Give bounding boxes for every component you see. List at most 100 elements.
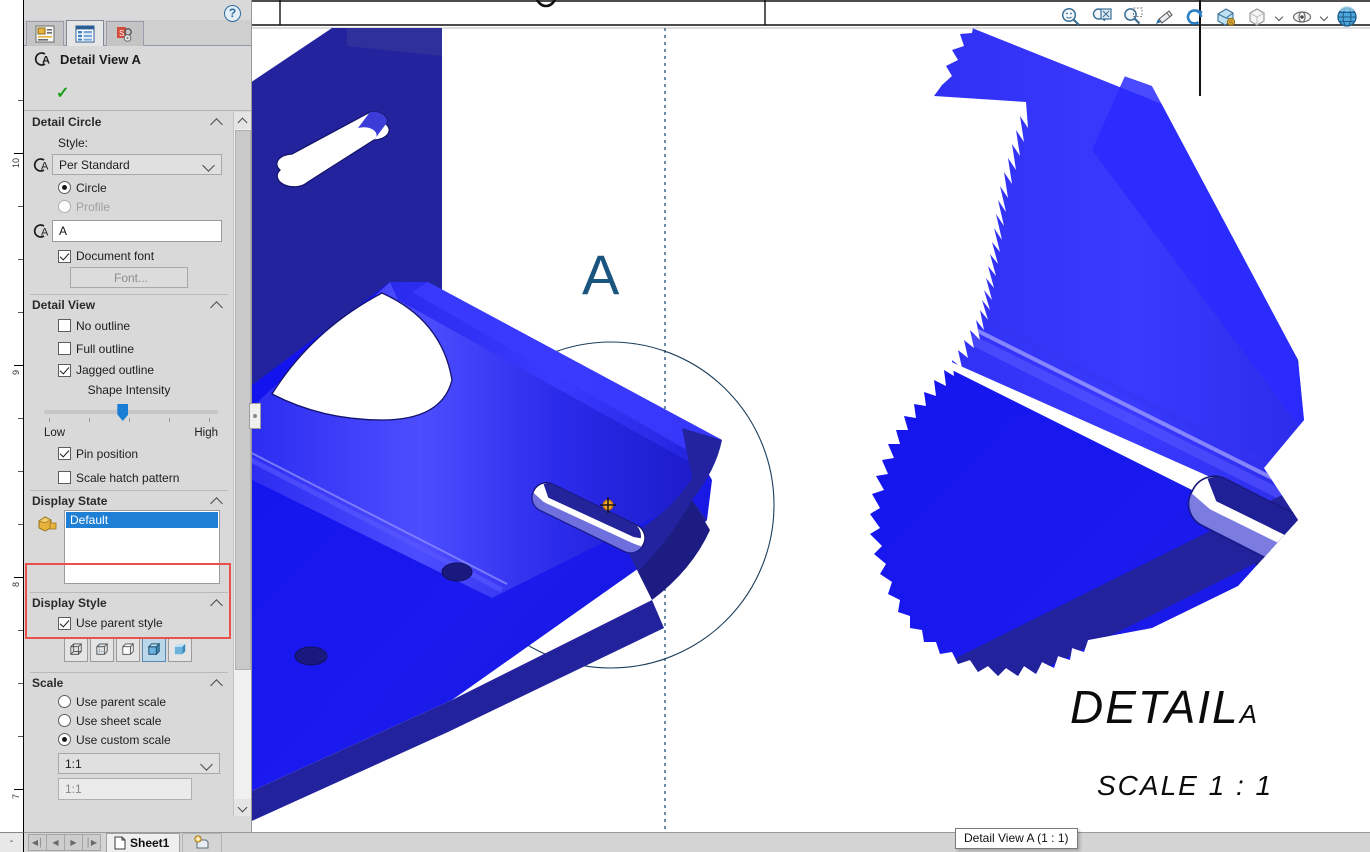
- help-icon[interactable]: ?: [224, 5, 241, 22]
- no-outline-label: No outline: [76, 318, 131, 333]
- detail-circle-style-icon: A: [33, 157, 49, 172]
- chevron-up-icon[interactable]: [210, 496, 224, 506]
- use-sheet-scale-label: Use sheet scale: [76, 713, 162, 728]
- chevron-up-icon[interactable]: [210, 678, 224, 688]
- property-manager-scrollbar[interactable]: [233, 112, 251, 816]
- scale-hatch-pattern-checkbox[interactable]: [58, 471, 71, 484]
- document-font-checkbox[interactable]: [58, 249, 71, 263]
- custom-scale-text-input[interactable]: 1:1: [58, 778, 192, 800]
- configuration-manager-tab[interactable]: S: [106, 21, 144, 46]
- chevron-down-icon: [202, 158, 216, 172]
- jagged-outline-label: Jagged outline: [76, 363, 155, 377]
- detail-circle-style-select[interactable]: Per Standard: [52, 154, 222, 175]
- display-style-buttons: [64, 638, 228, 662]
- view-orientation-chevron-down-icon[interactable]: [1275, 7, 1284, 27]
- use-parent-style-label: Use parent style: [76, 616, 163, 630]
- zoom-to-area-icon: [1092, 8, 1112, 22]
- scroll-up-button[interactable]: [234, 112, 251, 129]
- profile-radio[interactable]: [58, 200, 71, 213]
- detail-view-icon: A: [34, 52, 50, 67]
- ruler-corner: -: [0, 832, 24, 852]
- property-manager-tab[interactable]: [66, 20, 104, 46]
- accept-checkmark-icon[interactable]: ✓: [56, 86, 69, 102]
- hidden-lines-removed-button[interactable]: [116, 638, 140, 662]
- display-style-button[interactable]: [1289, 4, 1315, 30]
- full-outline-checkbox[interactable]: [58, 342, 71, 355]
- last-sheet-button[interactable]: │▶: [82, 834, 101, 851]
- slider-high-label: High: [194, 427, 218, 439]
- display-state-title: Display State: [32, 493, 108, 508]
- display-state-list[interactable]: Default: [64, 510, 220, 584]
- feature-tree-icon: [35, 25, 55, 43]
- chevron-up-icon[interactable]: [210, 117, 224, 127]
- rotate-view-button[interactable]: [1182, 4, 1208, 30]
- display-style-header[interactable]: Display Style: [30, 592, 228, 612]
- sheet-tab-sheet1[interactable]: Sheet1: [106, 833, 181, 852]
- display-style-chevron-down-icon[interactable]: [1320, 7, 1329, 27]
- display-state-icon: [38, 516, 57, 532]
- add-sheet-button[interactable]: [182, 833, 223, 852]
- vertical-ruler: 10 9 8 7: [0, 0, 24, 832]
- scroll-down-button[interactable]: [234, 799, 251, 816]
- sheet-nav-buttons: ◀│ ◀ ▶ │▶: [28, 834, 101, 851]
- pin-position-checkbox[interactable]: [58, 447, 71, 460]
- group-scale: Scale Use parent scale Use sheet scale U…: [24, 672, 234, 800]
- display-state-header[interactable]: Display State: [30, 490, 228, 510]
- detail-view-header[interactable]: Detail View: [30, 294, 228, 314]
- profile-label: Profile: [76, 199, 111, 214]
- svg-text:A: A: [41, 227, 49, 239]
- view-orientation-button[interactable]: [1244, 4, 1270, 30]
- hidden-lines-visible-button[interactable]: [90, 638, 114, 662]
- font-button[interactable]: Font...: [70, 267, 188, 288]
- shape-intensity-slider[interactable]: [44, 401, 218, 427]
- use-sheet-scale-radio[interactable]: [58, 714, 71, 727]
- use-parent-style-checkbox[interactable]: [58, 616, 71, 630]
- svg-text:S: S: [1229, 21, 1233, 27]
- ruler-label-9: 9: [11, 370, 21, 376]
- detail-title-letter: A: [1239, 699, 1259, 729]
- use-parent-scale-radio[interactable]: [58, 695, 71, 708]
- scrollbar-thumb[interactable]: [235, 130, 251, 670]
- panel-splitter-handle[interactable]: [249, 403, 261, 429]
- pin-position-label: Pin position: [76, 446, 139, 461]
- display-state-item-default[interactable]: Default: [66, 512, 218, 528]
- parent-bracket-model: [252, 28, 722, 821]
- jagged-outline-checkbox[interactable]: [58, 363, 71, 377]
- chevron-up-icon[interactable]: [210, 300, 224, 310]
- feature-manager-tab[interactable]: [26, 21, 64, 46]
- circle-radio[interactable]: [58, 181, 71, 194]
- property-manager-body: Detail Circle Style: A Per Standard Circ…: [24, 112, 234, 816]
- previous-view-button[interactable]: [1151, 4, 1177, 30]
- zoom-in-out-button[interactable]: [1120, 4, 1146, 30]
- section-view-icon: S: [1217, 8, 1236, 27]
- hidden-lines-visible-icon: [95, 642, 108, 655]
- slider-end-labels: Low High: [44, 427, 218, 439]
- section-view-button[interactable]: S: [1213, 4, 1239, 30]
- sheet-tab-label: Sheet1: [130, 836, 170, 850]
- zoom-to-fit-icon: [1061, 7, 1080, 26]
- svg-text:A: A: [42, 55, 50, 67]
- zoom-to-fit-button[interactable]: [1058, 4, 1084, 30]
- no-outline-checkbox[interactable]: [58, 319, 71, 332]
- scale-hatch-pattern-label: Scale hatch pattern: [76, 470, 180, 485]
- shaded-icon: [174, 643, 185, 654]
- drawing-canvas[interactable]: S A DETAILA SCALE 1: 1: [252, 0, 1370, 832]
- ruler-label-8: 8: [11, 582, 21, 588]
- use-custom-scale-radio[interactable]: [58, 733, 71, 746]
- slider-ticks: [44, 418, 218, 423]
- detail-circle-header[interactable]: Detail Circle: [30, 112, 228, 132]
- previous-sheet-button[interactable]: ◀: [46, 834, 65, 851]
- detail-circle-label-input[interactable]: A: [52, 220, 222, 242]
- scale-header[interactable]: Scale: [30, 672, 228, 692]
- use-custom-scale-label: Use custom scale: [76, 732, 171, 747]
- zoom-to-area-button[interactable]: [1089, 4, 1115, 30]
- first-sheet-button[interactable]: ◀│: [28, 834, 47, 851]
- shaded-button[interactable]: [168, 638, 192, 662]
- shaded-with-edges-button[interactable]: [142, 638, 166, 662]
- wireframe-button[interactable]: [64, 638, 88, 662]
- chevron-up-icon[interactable]: [210, 598, 224, 608]
- property-manager-header: A Detail View A: [24, 46, 251, 72]
- next-sheet-button[interactable]: ▶: [64, 834, 83, 851]
- view-settings-button[interactable]: [1334, 4, 1360, 30]
- custom-scale-select[interactable]: 1:1: [58, 753, 220, 774]
